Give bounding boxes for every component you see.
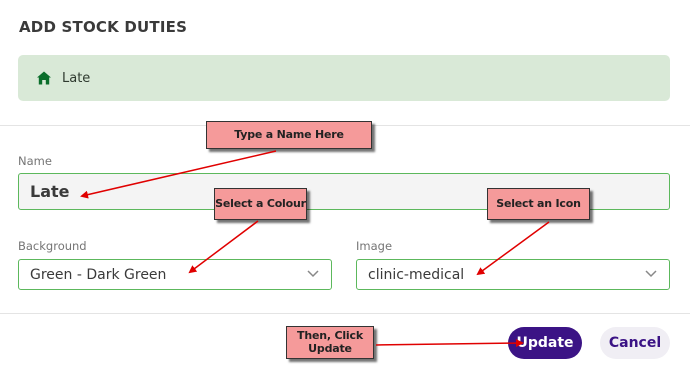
chevron-down-icon bbox=[645, 270, 657, 278]
background-value: Green - Dark Green bbox=[30, 266, 167, 283]
cancel-button[interactable]: Cancel bbox=[600, 327, 670, 359]
background-label: Background bbox=[18, 239, 87, 253]
home-icon bbox=[36, 70, 52, 86]
callout-colour-hint: Select a Colour bbox=[214, 188, 307, 220]
callout-update-line1: Then, Click bbox=[297, 328, 363, 342]
divider-bottom bbox=[0, 313, 690, 314]
callout-update-line2: Update bbox=[308, 341, 352, 355]
callout-update-hint: Then, Click Update bbox=[286, 326, 374, 359]
callout-name-hint: Type a Name Here bbox=[206, 121, 372, 149]
preview-label: Late bbox=[62, 70, 91, 86]
callout-icon-hint: Select an Icon bbox=[487, 188, 590, 220]
chevron-down-icon bbox=[307, 270, 319, 278]
image-value: clinic-medical bbox=[368, 266, 465, 283]
update-button[interactable]: Update bbox=[508, 327, 582, 359]
background-select[interactable]: Green - Dark Green bbox=[18, 259, 332, 290]
duty-preview: Late bbox=[18, 55, 670, 101]
dialog-title: ADD STOCK DUTIES bbox=[19, 18, 188, 36]
arrow-to-update bbox=[375, 339, 524, 348]
name-label: Name bbox=[18, 154, 52, 168]
image-label: Image bbox=[356, 239, 393, 253]
image-select[interactable]: clinic-medical bbox=[356, 259, 670, 290]
